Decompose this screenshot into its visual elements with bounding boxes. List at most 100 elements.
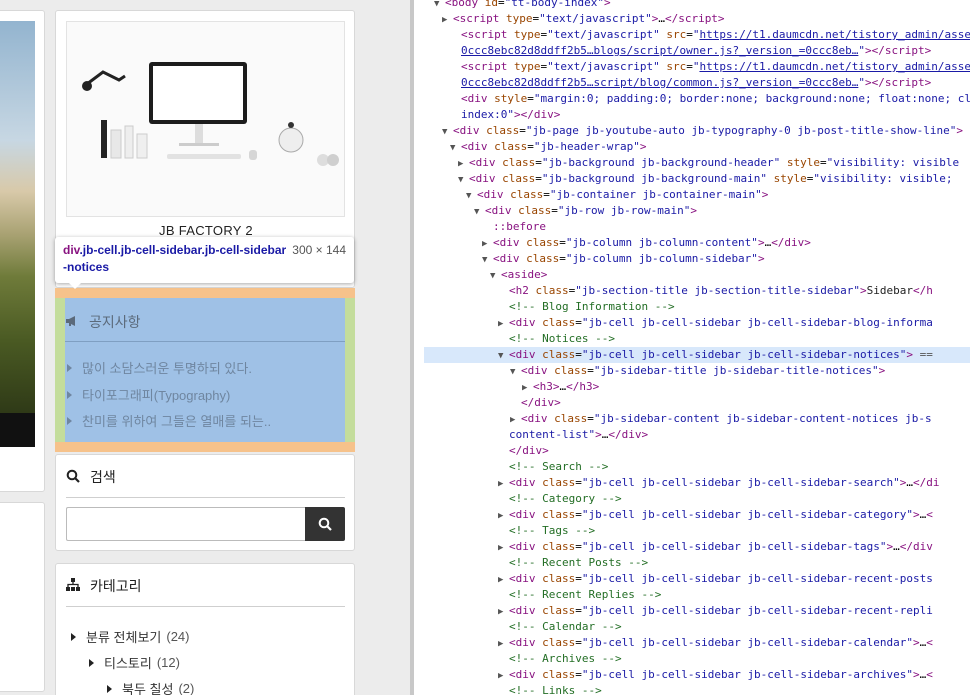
blog-logo-image[interactable]	[66, 21, 345, 217]
search-icon	[318, 517, 332, 531]
notices-title-label: 공지사항	[89, 314, 141, 330]
dom-node-line[interactable]: 0ccc8ebc82d8ddff2b5…script/blog/common.j…	[424, 75, 970, 91]
notices-padding-overlay: 공지사항 많이 소담스러운 투명하되 있다. 타이포그래피(Typography…	[55, 298, 355, 442]
expand-toggle-icon[interactable]: ▼	[466, 188, 477, 204]
notices-widget: 공지사항 많이 소담스러운 투명하되 있다. 타이포그래피(Typography…	[65, 298, 345, 442]
notice-item[interactable]: 찬미를 위하여 그들은 열매를 되는..	[65, 411, 271, 430]
category-label: 분류 전체보기	[86, 630, 162, 645]
expand-toggle-icon[interactable]: ▼	[510, 364, 521, 380]
dom-node-line[interactable]: <!-- Tags -->	[424, 523, 970, 539]
dom-node-line[interactable]: 0ccc8ebc82d8ddff2b5…blogs/script/owner.j…	[424, 43, 970, 59]
notice-item-label: 찬미를 위하여 그들은 열매를 되는..	[82, 414, 272, 429]
expand-toggle-icon[interactable]: ▶	[458, 156, 469, 172]
elements-panel: ••• ▼<body id="tt-body-index">▶<script t…	[424, 0, 970, 695]
tooltip-selector: div.jb-cell.jb-cell-sidebar.jb-cell-side…	[63, 242, 288, 276]
dom-node-line[interactable]: ▼ <body id="tt-body-index">	[424, 0, 970, 11]
dom-node-line[interactable]: <div style="margin:0; padding:0; border:…	[424, 91, 970, 107]
dom-node-line[interactable]: <!-- Category -->	[424, 491, 970, 507]
category-label: 북두 칠성	[122, 682, 174, 695]
dom-node-line[interactable]: ▶ <div class="jb-cell jb-cell-sidebar jb-…	[424, 667, 970, 683]
dom-node-line[interactable]: ▶ <div class="jb-background jb-background…	[424, 155, 970, 171]
dom-node-line[interactable]: ▶ <div class="jb-cell jb-cell-sidebar jb-…	[424, 539, 970, 555]
dom-node-line[interactable]: <!-- Notices -->	[424, 331, 970, 347]
post-thumbnail-card[interactable]	[0, 10, 45, 492]
dom-node-line[interactable]: ▼ <div class="jb-cell jb-cell-sidebar jb-…	[424, 347, 970, 363]
category-item[interactable]: 분류 전체보기 (24)	[71, 627, 190, 646]
dom-node-line[interactable]: ▼ <div class="jb-sidebar-title jb-sidebar…	[424, 363, 970, 379]
dom-node-line[interactable]: <!-- Recent Replies -->	[424, 587, 970, 603]
dom-node-line[interactable]: ▶ <div class="jb-cell jb-cell-sidebar jb-…	[424, 315, 970, 331]
dom-node-line[interactable]: ▼ <div class="jb-page jb-youtube-auto jb-…	[424, 123, 970, 139]
dom-node-line[interactable]: ▶ <div class="jb-cell jb-cell-sidebar jb-…	[424, 571, 970, 587]
expand-toggle-icon[interactable]: ▶	[498, 540, 509, 556]
desk-illustration	[67, 22, 344, 216]
expand-toggle-icon[interactable]: ▼	[450, 140, 461, 156]
expand-toggle-icon[interactable]: ▶	[510, 412, 521, 428]
dom-node-line[interactable]: ▶ <div class="jb-cell jb-cell-sidebar jb-…	[424, 603, 970, 619]
expand-toggle-icon[interactable]: ▶	[498, 572, 509, 588]
expand-toggle-icon[interactable]: ▼	[474, 204, 485, 220]
expand-toggle-icon[interactable]: ▶	[498, 316, 509, 332]
expand-toggle-icon[interactable]: ▶	[482, 236, 493, 252]
dom-node-line[interactable]: ▼ <aside>	[424, 267, 970, 283]
expand-toggle-icon[interactable]: ▼	[490, 268, 501, 284]
blog-page-viewport: JB FACTORY 2 div.jb-cell.jb-cell-sidebar…	[0, 0, 410, 695]
dom-node-line[interactable]: ▶ <div class="jb-cell jb-cell-sidebar jb-…	[424, 635, 970, 651]
photo-dark-band	[0, 413, 35, 447]
dom-node-line[interactable]: <script type="text/javascript" src="http…	[424, 59, 970, 75]
panel-splitter[interactable]	[410, 0, 424, 695]
dom-node-line[interactable]: <!-- Archives -->	[424, 651, 970, 667]
expand-toggle-icon[interactable]: ▼	[498, 348, 509, 364]
dom-node-line[interactable]: index:0"></div>	[424, 107, 970, 123]
category-title: 카테고리	[66, 576, 142, 596]
dom-node-line[interactable]: ▼ <div class="jb-column jb-column-sidebar…	[424, 251, 970, 267]
category-item[interactable]: 티스토리 (12)	[89, 653, 180, 672]
dom-node-line[interactable]: ▶ <div class="jb-sidebar-content jb-sideb…	[424, 411, 970, 427]
dom-node-line[interactable]: </div>	[424, 443, 970, 459]
dom-node-line[interactable]: <!-- Links -->	[424, 683, 970, 695]
dom-node-line[interactable]: ▶ <div class="jb-column jb-column-content…	[424, 235, 970, 251]
dom-node-line[interactable]: ::before	[424, 219, 970, 235]
field-photo[interactable]	[0, 21, 35, 447]
dom-node-line[interactable]: <!-- Blog Information -->	[424, 299, 970, 315]
dom-node-line[interactable]: ▶ <h3>…</h3>	[424, 379, 970, 395]
dom-node-line[interactable]: <!-- Calendar -->	[424, 619, 970, 635]
dom-node-line[interactable]: ▼ <div class="jb-header-wrap">	[424, 139, 970, 155]
expand-toggle-icon[interactable]: ▶	[498, 604, 509, 620]
search-input[interactable]	[66, 507, 305, 541]
expand-toggle-icon[interactable]: ▼	[458, 172, 469, 188]
expand-toggle-icon[interactable]: ▶	[498, 476, 509, 492]
category-title-label: 카테고리	[90, 578, 142, 594]
dom-node-line[interactable]: ▶ <div class="jb-cell jb-cell-sidebar jb-…	[424, 507, 970, 523]
dom-node-line[interactable]: <!-- Search -->	[424, 459, 970, 475]
notice-item[interactable]: 많이 소담스러운 투명하되 있다.	[65, 358, 252, 377]
notices-widget-highlight: 공지사항 많이 소담스러운 투명하되 있다. 타이포그래피(Typography…	[55, 288, 355, 452]
dom-node-line[interactable]: content-list">…</div>	[424, 427, 970, 443]
dom-node-line[interactable]: ▼ <div class="jb-container jb-container-m…	[424, 187, 970, 203]
expand-toggle-icon[interactable]: ▶	[498, 508, 509, 524]
expand-toggle-icon[interactable]: ▶	[522, 380, 533, 396]
dom-node-line[interactable]: <h2 class="jb-section-title jb-section-t…	[424, 283, 970, 299]
dom-node-line[interactable]: <script type="text/javascript" src="http…	[424, 27, 970, 43]
blog-name[interactable]: JB FACTORY 2	[56, 223, 356, 238]
dom-node-line[interactable]: ▶ <script type="text/javascript">…</scrip…	[424, 11, 970, 27]
inspect-tooltip: div.jb-cell.jb-cell-sidebar.jb-cell-side…	[55, 237, 354, 289]
expand-toggle-icon[interactable]: ▼	[442, 124, 453, 140]
expand-toggle-icon[interactable]: ▼	[482, 252, 493, 268]
dom-node-line[interactable]: <!-- Recent Posts -->	[424, 555, 970, 571]
expand-toggle-icon[interactable]: ▶	[442, 12, 453, 28]
caret-right-icon	[71, 632, 76, 641]
sitemap-icon	[66, 578, 82, 594]
notice-item[interactable]: 타이포그래피(Typography)	[65, 385, 230, 404]
dom-node-line[interactable]: ▼ <div class="jb-background jb-background…	[424, 171, 970, 187]
expand-toggle-icon[interactable]: ▶	[498, 636, 509, 652]
tooltip-classes: .jb-cell.jb-cell-sidebar.jb-cell-sidebar…	[63, 243, 287, 274]
dom-node-line[interactable]: ▶ <div class="jb-cell jb-cell-sidebar jb-…	[424, 475, 970, 491]
search-button[interactable]	[305, 507, 345, 541]
tooltip-arrow	[69, 283, 81, 289]
notices-divider	[65, 341, 345, 342]
expand-toggle-icon[interactable]: ▶	[498, 668, 509, 684]
dom-node-line[interactable]: </div>	[424, 395, 970, 411]
category-item[interactable]: 북두 칠성 (2)	[107, 679, 194, 695]
dom-node-line[interactable]: ▼ <div class="jb-row jb-row-main">	[424, 203, 970, 219]
